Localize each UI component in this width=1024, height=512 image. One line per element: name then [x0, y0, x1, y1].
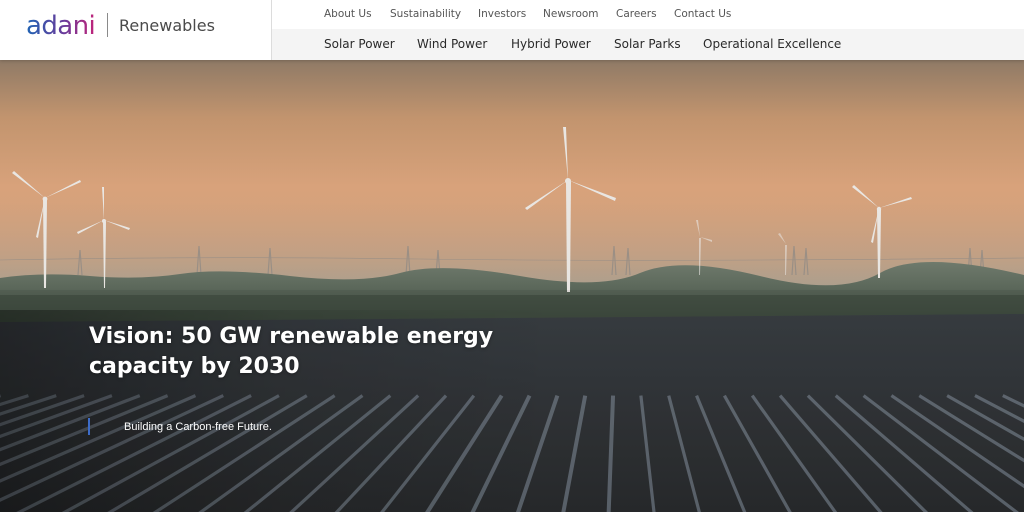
nav-sustainability[interactable]: Sustainability [390, 8, 461, 21]
logo-text: adani [26, 11, 95, 41]
nav-about-us[interactable]: About Us [324, 8, 372, 21]
hero-subtitle: Building a Carbon-free Future. [124, 421, 272, 433]
main-nav: Solar Power Wind Power Hybrid Power Sola… [272, 29, 1024, 60]
nav-careers[interactable]: Careers [616, 8, 657, 21]
hero-banner: Vision: 50 GW renewable energy capacity … [0, 60, 1024, 512]
nav-hybrid-power[interactable]: Hybrid Power [511, 37, 591, 52]
nav-solar-power[interactable]: Solar Power [324, 37, 395, 52]
utility-nav: About Us Sustainability Investors Newsro… [272, 0, 1024, 29]
hero-image [0, 60, 1024, 512]
nav-operational-excellence[interactable]: Operational Excellence [703, 37, 841, 52]
adani-wordmark: adani [26, 11, 96, 41]
nav-contact-us[interactable]: Contact Us [674, 8, 731, 21]
brand-logo[interactable]: adani Renewables [0, 0, 272, 60]
site-header: adani Renewables About Us Sustainability… [0, 0, 1024, 60]
hero-title: Vision: 50 GW renewable energy capacity … [89, 324, 494, 379]
nav-wind-power[interactable]: Wind Power [417, 37, 487, 52]
nav-investors[interactable]: Investors [478, 8, 526, 21]
subtitle-accent-bar [88, 418, 90, 435]
logo-division: Renewables [119, 16, 215, 35]
logo-divider [107, 13, 108, 37]
nav-solar-parks[interactable]: Solar Parks [614, 37, 681, 52]
nav-newsroom[interactable]: Newsroom [543, 8, 599, 21]
